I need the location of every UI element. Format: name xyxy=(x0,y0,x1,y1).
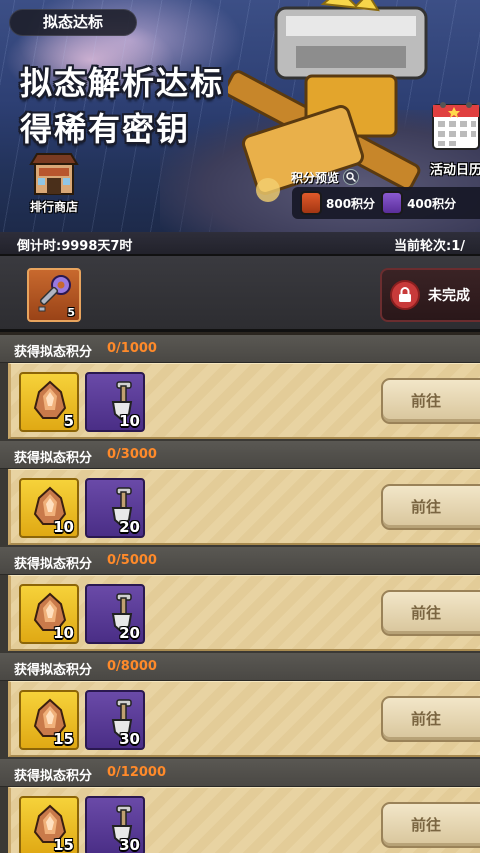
reward-count: 10 xyxy=(53,624,74,642)
shovel-reward[interactable]: 20 xyxy=(85,478,145,538)
orange-barrel-icon xyxy=(300,191,322,215)
calendar-icon xyxy=(432,102,480,150)
reward-count: 20 xyxy=(119,624,140,642)
task-label: 获得拟态积分 xyxy=(14,663,93,678)
shovel-reward[interactable]: 20 xyxy=(85,584,145,644)
purple-barrel-icon xyxy=(381,191,404,215)
event-calendar-button[interactable]: 活动日历 xyxy=(426,97,480,181)
task-list: 获得拟态积分 0/1000 5 10 前往 获得拟态积分 0/3000 10 2… xyxy=(0,335,480,853)
crystal-reward[interactable]: 15 xyxy=(19,796,79,853)
round-text: 当前轮次:1/ xyxy=(394,239,465,254)
task-header: 获得拟态积分 0/3000 xyxy=(0,441,480,469)
headline-line1: 拟态解析达标 xyxy=(20,64,225,102)
event-banner: 拟态达标 拟态解析达标 得稀有密钥 排行商店 活动日历 积分预览 800积分 4… xyxy=(0,0,480,232)
reward-count: 30 xyxy=(119,836,140,853)
incomplete-status: 未完成 xyxy=(380,268,480,322)
countdown-text: 倒计时:9998天7时 xyxy=(17,239,133,254)
magnifier-icon xyxy=(343,169,360,185)
task-label: 获得拟态积分 xyxy=(14,345,93,360)
shovel-reward[interactable]: 10 xyxy=(85,372,145,432)
reward-count: 20 xyxy=(119,518,140,536)
task-body: 15 30 前往 xyxy=(8,681,480,757)
task-progress: 0/5000 xyxy=(107,553,157,568)
task-progress: 0/12000 xyxy=(107,765,167,780)
points-tier-orange: 800积分 xyxy=(300,191,375,215)
reward-count: 10 xyxy=(53,518,74,536)
points-preview-box: 800积分 400积分 xyxy=(292,187,480,219)
task-progress: 0/8000 xyxy=(107,659,157,674)
task-label: 获得拟态积分 xyxy=(14,451,93,466)
reward-count: 5 xyxy=(63,412,74,430)
crystal-reward[interactable]: 5 xyxy=(19,372,79,432)
lock-icon xyxy=(390,280,420,310)
task-label: 获得拟态积分 xyxy=(14,769,93,784)
go-button[interactable]: 前往 xyxy=(381,802,480,848)
task-item: 获得拟态积分 0/12000 15 30 前往 xyxy=(0,759,480,853)
key-reward-row: 5 未完成 xyxy=(0,254,480,332)
task-body: 10 20 前往 xyxy=(8,575,480,651)
incomplete-label: 未完成 xyxy=(428,288,470,304)
task-progress: 0/3000 xyxy=(107,447,157,462)
task-label: 获得拟态积分 xyxy=(14,557,93,572)
headline-line2: 得稀有密钥 xyxy=(20,110,191,148)
task-header: 获得拟态积分 0/1000 xyxy=(0,335,480,363)
task-header: 获得拟态积分 0/5000 xyxy=(0,547,480,575)
points-tier-label: 800积分 xyxy=(326,196,376,211)
task-body: 15 30 前往 xyxy=(8,787,480,853)
points-preview-title[interactable]: 积分预览 xyxy=(291,168,371,186)
shovel-reward[interactable]: 30 xyxy=(85,796,145,853)
task-item: 获得拟态积分 0/3000 10 20 前往 xyxy=(0,441,480,547)
shop-icon xyxy=(29,153,79,195)
ranking-shop-button[interactable]: 排行商店 xyxy=(24,150,84,216)
task-header: 获得拟态积分 0/12000 xyxy=(0,759,480,787)
go-button[interactable]: 前往 xyxy=(381,696,480,742)
points-preview-label: 积分预览 xyxy=(291,170,340,185)
task-body: 10 20 前往 xyxy=(8,469,480,545)
points-tier-label: 400积分 xyxy=(407,196,457,211)
task-header: 获得拟态积分 0/8000 xyxy=(0,653,480,681)
crystal-reward[interactable]: 10 xyxy=(19,478,79,538)
reward-count: 10 xyxy=(119,412,140,430)
shop-label: 排行商店 xyxy=(29,200,78,214)
task-item: 获得拟态积分 0/5000 10 20 前往 xyxy=(0,547,480,653)
task-progress: 0/1000 xyxy=(107,341,157,356)
crystal-reward[interactable]: 15 xyxy=(19,690,79,750)
go-button[interactable]: 前往 xyxy=(381,484,480,530)
task-item: 获得拟态积分 0/1000 5 10 前往 xyxy=(0,335,480,441)
shovel-reward[interactable]: 30 xyxy=(85,690,145,750)
task-body: 5 10 前往 xyxy=(8,363,480,439)
go-button[interactable]: 前往 xyxy=(381,590,480,636)
crystal-reward[interactable]: 10 xyxy=(19,584,79,644)
reward-count: 15 xyxy=(53,730,74,748)
key-count: 5 xyxy=(67,306,75,319)
event-title: 拟态达标 xyxy=(9,9,137,36)
rare-key-reward[interactable]: 5 xyxy=(27,268,81,322)
calendar-label: 活动日历 xyxy=(429,163,480,178)
task-item: 获得拟态积分 0/8000 15 30 前往 xyxy=(0,653,480,759)
reward-count: 30 xyxy=(119,730,140,748)
points-tier-purple: 400积分 xyxy=(381,191,456,215)
go-button[interactable]: 前往 xyxy=(381,378,480,424)
info-strip: 倒计时:9998天7时 当前轮次:1/ xyxy=(0,232,480,254)
reward-count: 15 xyxy=(53,836,74,853)
